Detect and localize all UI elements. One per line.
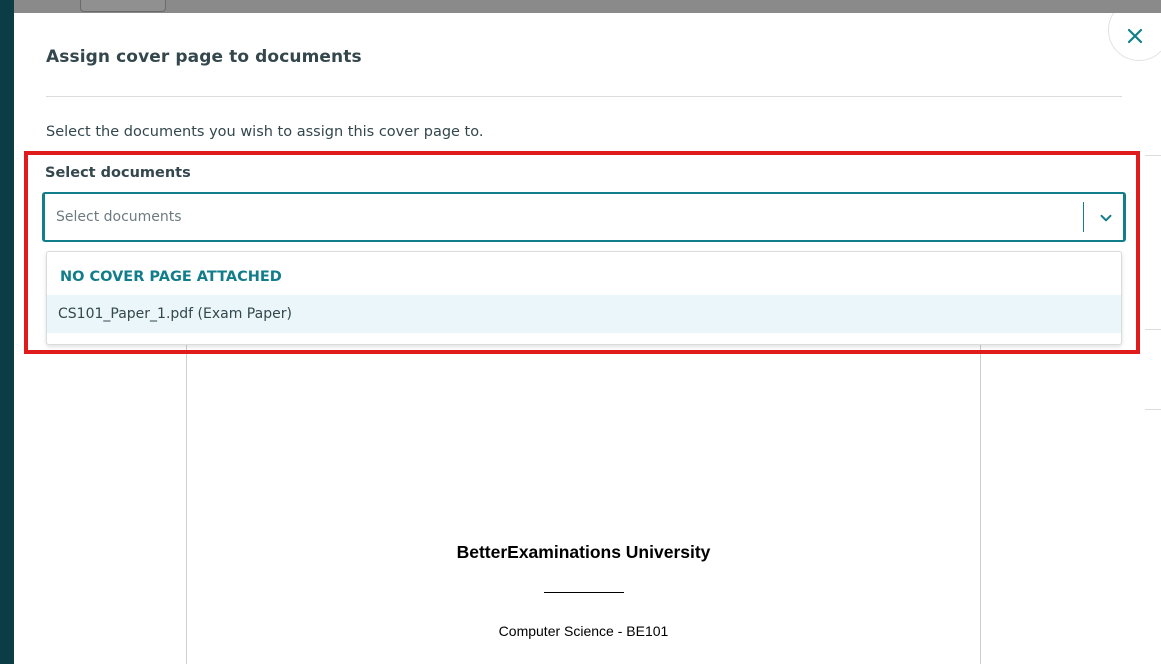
preview-university-name: BetterExaminations University — [456, 542, 711, 562]
cover-page-preview: BetterExaminations University Computer S… — [186, 343, 981, 664]
preview-divider-line — [544, 592, 624, 593]
background-left-strip — [0, 0, 14, 664]
title-divider — [46, 96, 1122, 97]
select-documents-label: Select documents — [45, 165, 191, 181]
preview-course-name: Computer Science - BE101 — [498, 623, 669, 639]
chevron-down-icon — [1100, 214, 1112, 222]
background-edge-lines — [1145, 155, 1161, 411]
dropdown-toggle-button[interactable] — [1091, 203, 1121, 233]
close-icon — [1127, 28, 1143, 44]
select-placeholder: Select documents — [56, 209, 182, 225]
documents-dropdown-menu: NO COVER PAGE ATTACHED CS101_Paper_1.pdf… — [46, 251, 1122, 345]
dropdown-group-header: NO COVER PAGE ATTACHED — [60, 269, 282, 285]
close-button[interactable] — [1108, 13, 1161, 61]
select-separator — [1083, 202, 1084, 232]
dropdown-option[interactable]: CS101_Paper_1.pdf (Exam Paper) — [47, 295, 1121, 333]
assign-cover-page-modal: Assign cover page to documents Select th… — [14, 13, 1161, 664]
modal-title: Assign cover page to documents — [46, 47, 362, 67]
instructions-text: Select the documents you wish to assign … — [46, 124, 484, 140]
background-button — [80, 0, 166, 12]
select-documents-input[interactable]: Select documents — [42, 192, 1126, 242]
dropdown-option-label: CS101_Paper_1.pdf (Exam Paper) — [58, 306, 292, 322]
